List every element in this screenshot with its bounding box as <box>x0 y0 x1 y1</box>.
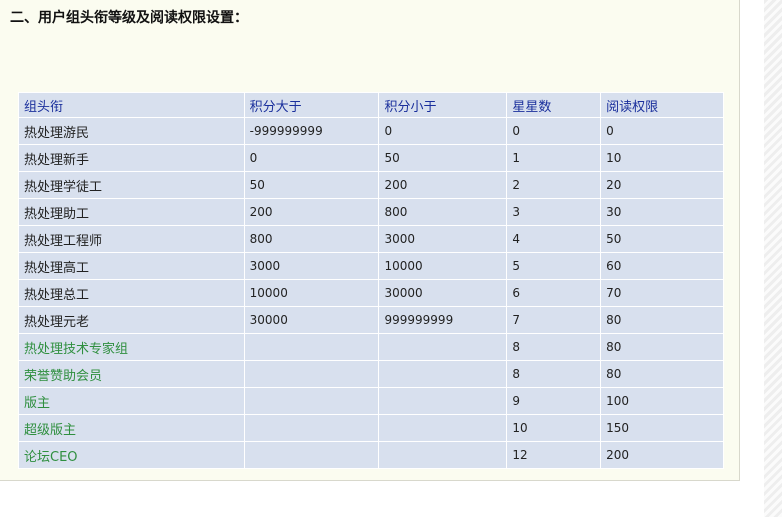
cell-group-title: 热处理助工 <box>18 198 245 226</box>
table-row: 热处理高工 3000 10000 5 60 <box>18 252 724 280</box>
section-heading: 二、用户组头衔等级及阅读权限设置： <box>10 10 248 26</box>
table-row: 热处理游民 -999999999 0 0 0 <box>18 117 724 145</box>
cell-points-max: 30000 <box>378 279 508 307</box>
cell-read-permission: 20 <box>600 171 724 199</box>
cell-stars: 8 <box>506 360 602 388</box>
content-panel: 二、用户组头衔等级及阅读权限设置： 组头衔 积分大于 积分小于 星星数 阅读权限… <box>0 0 740 481</box>
cell-stars: 7 <box>506 306 602 334</box>
cell-group-title: 热处理学徒工 <box>18 171 245 199</box>
cell-read-permission: 0 <box>600 117 724 145</box>
cell-read-permission: 80 <box>600 306 724 334</box>
cell-stars: 6 <box>506 279 602 307</box>
cell-points-min: 10000 <box>243 279 380 307</box>
table-row: 超级版主 10 150 <box>18 414 724 442</box>
cell-points-min: 0 <box>243 144 380 172</box>
cell-group-title: 热处理技术专家组 <box>18 333 245 361</box>
cell-group-title: 热处理总工 <box>18 279 245 307</box>
cell-stars: 12 <box>506 441 602 469</box>
table-row: 热处理新手 0 50 1 10 <box>18 144 724 172</box>
user-group-table: 组头衔 积分大于 积分小于 星星数 阅读权限 热处理游民 -999999999 0 0… <box>18 92 724 469</box>
cell-read-permission: 30 <box>600 198 724 226</box>
cell-group-title: 超级版主 <box>18 414 245 442</box>
cell-stars: 0 <box>506 117 602 145</box>
cell-points-min: 50 <box>243 171 380 199</box>
cell-read-permission: 50 <box>600 225 724 253</box>
cell-read-permission: 80 <box>600 360 724 388</box>
cell-points-min: 800 <box>243 225 380 253</box>
cell-points-max: 999999999 <box>378 306 508 334</box>
cell-stars: 4 <box>506 225 602 253</box>
table-header-row: 组头衔 积分大于 积分小于 星星数 阅读权限 <box>18 92 724 118</box>
cell-group-title: 热处理工程师 <box>18 225 245 253</box>
header-stars: 星星数 <box>506 92 602 118</box>
cell-group-title: 热处理高工 <box>18 252 245 280</box>
cell-stars: 9 <box>506 387 602 415</box>
cell-stars: 10 <box>506 414 602 442</box>
header-points-max: 积分小于 <box>378 92 508 118</box>
cell-group-title: 热处理游民 <box>18 117 245 145</box>
cell-points-max: 3000 <box>378 225 508 253</box>
side-scroll-edge <box>764 0 782 517</box>
cell-points-min: 30000 <box>243 306 380 334</box>
cell-read-permission: 70 <box>600 279 724 307</box>
cell-read-permission: 150 <box>600 414 724 442</box>
cell-points-min: 3000 <box>243 252 380 280</box>
cell-group-title: 论坛CEO <box>18 441 245 469</box>
cell-group-title: 热处理新手 <box>18 144 245 172</box>
cell-points-min <box>243 360 380 388</box>
table-row: 荣誉赞助会员 8 80 <box>18 360 724 388</box>
table-row: 热处理工程师 800 3000 4 50 <box>18 225 724 253</box>
cell-points-max: 200 <box>378 171 508 199</box>
cell-points-max <box>378 333 508 361</box>
table-row: 热处理元老 30000 999999999 7 80 <box>18 306 724 334</box>
table-row: 论坛CEO 12 200 <box>18 441 724 469</box>
header-read-permission: 阅读权限 <box>600 92 724 118</box>
cell-stars: 3 <box>506 198 602 226</box>
cell-stars: 8 <box>506 333 602 361</box>
cell-points-min <box>243 387 380 415</box>
cell-group-title: 热处理元老 <box>18 306 245 334</box>
cell-points-min <box>243 441 380 469</box>
cell-points-max <box>378 360 508 388</box>
cell-points-max: 0 <box>378 117 508 145</box>
table-row: 热处理学徒工 50 200 2 20 <box>18 171 724 199</box>
cell-points-max <box>378 387 508 415</box>
header-group-title: 组头衔 <box>18 92 245 118</box>
cell-points-max: 800 <box>378 198 508 226</box>
table-row: 热处理助工 200 800 3 30 <box>18 198 724 226</box>
cell-read-permission: 80 <box>600 333 724 361</box>
cell-group-title: 版主 <box>18 387 245 415</box>
table-row: 热处理技术专家组 8 80 <box>18 333 724 361</box>
cell-read-permission: 200 <box>600 441 724 469</box>
cell-points-min <box>243 414 380 442</box>
header-points-min: 积分大于 <box>243 92 380 118</box>
cell-stars: 1 <box>506 144 602 172</box>
table-row: 热处理总工 10000 30000 6 70 <box>18 279 724 307</box>
cell-stars: 5 <box>506 252 602 280</box>
cell-stars: 2 <box>506 171 602 199</box>
cell-read-permission: 100 <box>600 387 724 415</box>
cell-read-permission: 10 <box>600 144 724 172</box>
cell-points-min <box>243 333 380 361</box>
cell-points-max: 10000 <box>378 252 508 280</box>
cell-group-title: 荣誉赞助会员 <box>18 360 245 388</box>
table-row: 版主 9 100 <box>18 387 724 415</box>
cell-points-min: 200 <box>243 198 380 226</box>
cell-points-max <box>378 414 508 442</box>
cell-points-max <box>378 441 508 469</box>
cell-points-min: -999999999 <box>243 117 380 145</box>
cell-points-max: 50 <box>378 144 508 172</box>
cell-read-permission: 60 <box>600 252 724 280</box>
